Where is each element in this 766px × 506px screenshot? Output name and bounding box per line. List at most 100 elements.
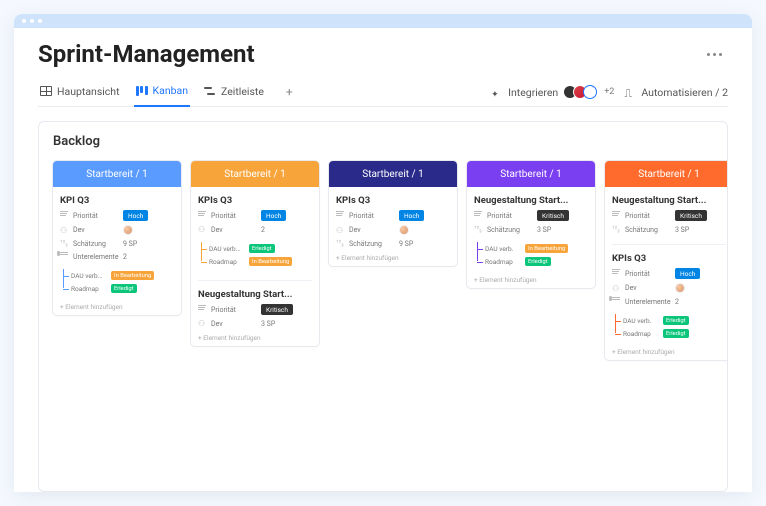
add-element-button[interactable]: + Element hinzufügen <box>336 254 450 262</box>
status-pill: Erledigt <box>663 316 689 325</box>
card[interactable]: Neugestaltung Start... Priorität Kritisc… <box>612 195 726 234</box>
row-dev: Dev 2 <box>198 225 312 234</box>
column-body: Neugestaltung Start... Priorität Kritisc… <box>605 187 728 360</box>
automate-button[interactable]: Automatisieren / 2 <box>624 86 728 99</box>
priority-icon <box>198 211 207 220</box>
person-icon <box>198 225 207 234</box>
column: Startbereit / 1 Neugestaltung Start... P… <box>605 161 728 360</box>
row-subitems: Unterelemente 2 <box>612 297 726 306</box>
column-header[interactable]: Startbereit / 1 <box>605 161 728 187</box>
priority-icon <box>612 269 621 278</box>
column-body: KPIs Q3 Priorität Hoch Dev 2 <box>191 187 319 346</box>
label: Priorität <box>73 212 119 220</box>
sub-label: Roadmap <box>71 285 107 293</box>
add-element-button[interactable]: + Element hinzufügen <box>612 348 726 356</box>
sub-label: Roadmap <box>209 258 245 266</box>
card[interactable]: Neugestaltung Start... Priorität Kritisc… <box>474 195 588 270</box>
sub-label: DAU verb... <box>71 272 107 280</box>
sub-item[interactable]: DAU verb. In Bearbeitung <box>479 244 588 253</box>
label: Priorität <box>349 212 395 220</box>
priority-pill: Kritisch <box>261 304 293 315</box>
row-estimate: Schätzung 3 SP <box>474 225 588 234</box>
card-title: Neugestaltung Start... <box>198 289 312 300</box>
number-icon <box>612 225 621 234</box>
row-dev: Dev <box>336 225 450 235</box>
status-pill: Erledigt <box>249 244 275 253</box>
row-priority: Priorität Hoch <box>336 210 450 221</box>
card-title: KPIs Q3 <box>336 195 450 206</box>
sub-item[interactable]: DAU verb... Erledigt <box>203 244 312 253</box>
sub-count: 2 <box>123 253 127 261</box>
sub-item[interactable]: DAU verb. Erledigt <box>617 316 726 325</box>
columns: Startbereit / 1 KPI Q3 Priorität Hoch <box>53 161 717 360</box>
column-header[interactable]: Startbereit / 1 <box>329 161 457 187</box>
row-dev: Dev <box>60 225 174 235</box>
sp-value: 3 SP <box>261 320 275 328</box>
priority-icon <box>612 211 621 220</box>
row-dev: Dev 3 SP <box>198 319 312 328</box>
integrate-button[interactable]: Integrieren +2 <box>491 85 614 99</box>
sub-item[interactable]: DAU verb... In Bearbeitung <box>65 271 174 280</box>
card[interactable]: Neugestaltung Start... Priorität Kritisc… <box>198 280 312 328</box>
sub-tree: DAU verb... Erledigt Roadmap In Bearbeit… <box>198 244 312 270</box>
column-body: Neugestaltung Start... Priorität Kritisc… <box>467 187 595 288</box>
sub-label: DAU verb... <box>209 245 245 253</box>
add-element-button[interactable]: + Element hinzufügen <box>60 303 174 311</box>
tab-main[interactable]: Hauptansicht <box>38 79 122 106</box>
row-priority: Priorität Hoch <box>60 210 174 221</box>
integration-more-count: +2 <box>604 87 614 97</box>
add-element-button[interactable]: + Element hinzufügen <box>474 276 588 284</box>
table-icon <box>40 86 52 96</box>
sub-item[interactable]: Roadmap Erledigt <box>617 329 726 338</box>
label: Dev <box>211 320 257 328</box>
browser-titlebar <box>14 14 752 28</box>
person-icon <box>612 284 621 293</box>
sub-tree: DAU verb. In Bearbeitung Roadmap Erledig… <box>474 244 588 270</box>
card[interactable]: KPI Q3 Priorität Hoch Dev <box>60 195 174 297</box>
column-body: KPIs Q3 Priorität Hoch Dev <box>329 187 457 266</box>
priority-icon <box>198 305 207 314</box>
column-header[interactable]: Startbereit / 1 <box>467 161 595 187</box>
status-pill: In Bearbeitung <box>525 244 568 253</box>
avatar <box>123 225 133 235</box>
label: Priorität <box>487 212 533 220</box>
sp-value: 9 SP <box>123 240 137 248</box>
row-subitems: Unterelemente 2 <box>60 252 174 261</box>
label: Schätzung <box>73 240 119 248</box>
tab-label: Hauptansicht <box>57 85 120 98</box>
sub-label: DAU verb. <box>623 317 659 325</box>
add-tab-button[interactable]: + <box>278 81 301 103</box>
status-pill: In Bearbeitung <box>111 271 154 280</box>
more-menu-button[interactable] <box>701 47 728 62</box>
tabs-right: Integrieren +2 Automatisieren / 2 <box>491 85 728 99</box>
board: Backlog Startbereit / 1 KPI Q3 Priorität… <box>38 121 728 492</box>
tab-kanban[interactable]: Kanban <box>134 78 191 107</box>
add-element-button[interactable]: + Element hinzufügen <box>198 334 312 342</box>
sub-item[interactable]: Roadmap In Bearbeitung <box>203 257 312 266</box>
priority-pill: Hoch <box>123 210 148 221</box>
subitems-icon <box>60 252 69 261</box>
tabs-left: Hauptansicht Kanban Zeitleiste + <box>38 78 301 106</box>
column-header[interactable]: Startbereit / 1 <box>53 161 181 187</box>
column: Startbereit / 1 KPIs Q3 Priorität Hoch <box>191 161 319 346</box>
avatar <box>399 225 409 235</box>
integrate-label: Integrieren <box>508 86 558 99</box>
tab-timeline[interactable]: Zeitleiste <box>202 79 266 106</box>
sub-item[interactable]: Roadmap Erledigt <box>479 257 588 266</box>
card[interactable]: KPIs Q3 Priorität Hoch Dev <box>612 244 726 342</box>
status-pill: In Bearbeitung <box>249 257 292 266</box>
avatar <box>675 283 685 293</box>
number-icon <box>474 225 483 234</box>
card[interactable]: KPIs Q3 Priorität Hoch Dev <box>336 195 450 248</box>
card-title: Neugestaltung Start... <box>612 195 726 206</box>
sub-item[interactable]: Roadmap Erledigt <box>65 284 174 293</box>
content-area: Sprint-Management Hauptansicht Kanban Ze… <box>14 28 752 492</box>
sp-value: 3 SP <box>537 226 551 234</box>
status-pill: Erledigt <box>525 257 551 266</box>
column: Startbereit / 1 KPI Q3 Priorität Hoch <box>53 161 181 315</box>
card[interactable]: KPIs Q3 Priorität Hoch Dev 2 <box>198 195 312 270</box>
column: Startbereit / 1 Neugestaltung Start... P… <box>467 161 595 288</box>
column-header[interactable]: Startbereit / 1 <box>191 161 319 187</box>
label: Unterelemente <box>625 298 671 306</box>
label: Schätzung <box>487 226 533 234</box>
